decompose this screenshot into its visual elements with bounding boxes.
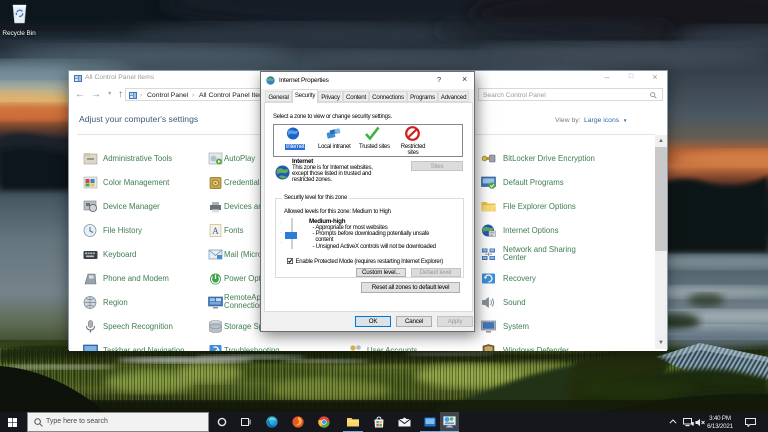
svg-text:A: A	[212, 226, 219, 236]
